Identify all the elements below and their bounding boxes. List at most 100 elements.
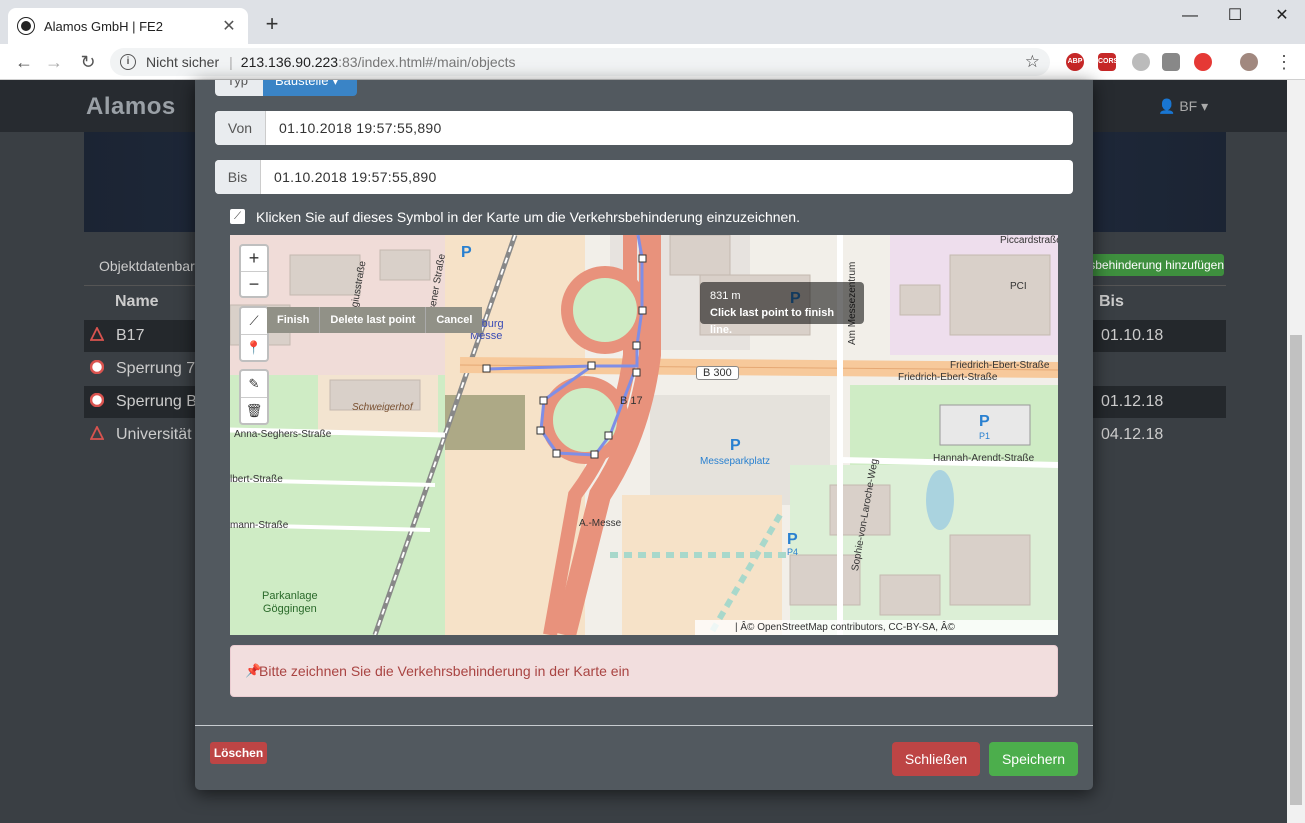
map-attribution[interactable]: | Â© OpenStreetMap contributors, CC-BY-S…: [695, 620, 1058, 635]
draw-line-hint-icon: ⟋: [230, 209, 245, 224]
edit-toolbar: ✎ 🗑: [239, 369, 269, 425]
draw-hint-text: Klicken Sie auf dieses Symbol in der Kar…: [256, 209, 800, 225]
power-extension-icon[interactable]: [1194, 53, 1212, 71]
from-label: Von: [215, 111, 266, 145]
forward-icon[interactable]: →: [42, 50, 66, 74]
label-mann: mann-Straße: [230, 520, 289, 531]
warning-icon: [89, 325, 105, 341]
save-button[interactable]: Speichern: [989, 742, 1078, 776]
app-logo: Alamos: [86, 93, 176, 120]
parking-p4-label: P4: [787, 547, 799, 557]
row-name: Sperrung B: [116, 393, 197, 410]
label-schweigerhof: Schweigerhof: [352, 402, 413, 413]
security-label: Nicht sicher: [146, 54, 220, 70]
draw-warning-alert: 📌 Bitte zeichnen Sie die Verkehrsbehinde…: [230, 645, 1058, 697]
row-date: 04.12.18: [1101, 426, 1164, 443]
zoom-in-button[interactable]: +: [241, 246, 267, 271]
address-bar[interactable]: i Nicht sicher | 213.136.90.223:83/index…: [110, 48, 1050, 76]
label-a-messe: A.-Messe: [579, 518, 622, 529]
interchange-loop: [561, 266, 649, 354]
pci-building: [949, 254, 1051, 336]
to-input-group: Bis 01.10.2018 19:57:55,890: [215, 160, 1073, 194]
type-dropdown[interactable]: Baustelle ▾: [263, 80, 357, 96]
delete-layers-icon[interactable]: 🗑: [241, 397, 267, 423]
info-icon[interactable]: i: [120, 54, 136, 70]
label-friedrich-ebert-2: Friedrich-Ebert-Straße: [950, 360, 1050, 371]
to-input[interactable]: 01.10.2018 19:57:55,890: [261, 160, 437, 194]
fair-lower-area: [622, 495, 782, 635]
row-name: B17: [116, 327, 145, 344]
new-tab-button[interactable]: +: [260, 12, 284, 36]
browser-titlebar: Alamos GmbH | FE2 ✕ + — ☐ ✕: [0, 0, 1305, 44]
label-hannah-arendt: Hannah-Arendt-Straße: [933, 453, 1035, 464]
label-albert: lbert-Straße: [230, 474, 283, 485]
parking-icon: P: [979, 413, 990, 430]
building: [289, 254, 361, 296]
edit-layers-icon[interactable]: ✎: [241, 371, 267, 397]
building: [789, 554, 861, 606]
profile-avatar-icon[interactable]: [1240, 53, 1258, 71]
zoom-control: + −: [239, 244, 269, 298]
blocked-icon: [89, 392, 105, 408]
zoom-out-button[interactable]: −: [241, 271, 267, 296]
column-header-to[interactable]: Bis: [1099, 293, 1124, 311]
browser-tab[interactable]: Alamos GmbH | FE2 ✕: [8, 8, 248, 44]
draw-marker-icon[interactable]: 📍: [241, 334, 267, 360]
tab-close-icon[interactable]: ✕: [220, 16, 238, 36]
camera-extension-icon[interactable]: [1162, 53, 1180, 71]
row-name: Universität: [116, 426, 192, 443]
url-host: 213.136.90.223: [240, 54, 339, 70]
cancel-draw-button[interactable]: Cancel: [425, 307, 483, 333]
minimize-icon[interactable]: —: [1170, 4, 1210, 28]
finish-button[interactable]: Finish: [267, 307, 320, 333]
draw-actions: Finish Delete last point Cancel: [267, 307, 483, 333]
alert-text: Bitte zeichnen Sie die Verkehrsbehinderu…: [259, 663, 630, 679]
draw-polyline-icon[interactable]: ⟋: [241, 308, 267, 334]
extension-circle-icon[interactable]: [1132, 53, 1150, 71]
parking-icon: P: [461, 244, 472, 261]
pin-icon: 📌: [245, 663, 262, 678]
modal-footer-divider: [195, 725, 1093, 726]
label-anna-seghers: Anna-Seghers-Straße: [234, 429, 332, 440]
maximize-icon[interactable]: ☐: [1215, 4, 1255, 28]
row-date: 01.10.18: [1101, 327, 1164, 344]
building: [899, 284, 941, 316]
url-path: :83/index.html#/main/objects: [338, 54, 516, 70]
user-menu[interactable]: 👤 BF ▾: [1158, 98, 1208, 115]
row-name: Sperrung 7: [116, 360, 196, 377]
label-messeparkplatz: Messeparkplatz: [700, 456, 771, 467]
close-button[interactable]: Schließen: [892, 742, 980, 776]
reload-icon[interactable]: ↻: [76, 50, 100, 74]
row-date: 01.12.18: [1101, 393, 1164, 410]
cors-extension-icon[interactable]: CORS: [1098, 53, 1118, 71]
map[interactable]: B 300 B 17 gsburg Messe Schweigerhof Ann…: [230, 235, 1058, 635]
adblock-extension-icon[interactable]: ABP: [1066, 53, 1084, 71]
interchange-loop: [541, 376, 629, 464]
label-pci: PCI: [1010, 281, 1027, 292]
to-label: Bis: [215, 160, 261, 194]
back-icon[interactable]: ←: [12, 50, 36, 74]
from-input[interactable]: 01.10.2018 19:57:55,890: [266, 111, 442, 145]
draw-tooltip: 831 m Click last point to finish line.: [700, 282, 864, 336]
window-close-icon[interactable]: ✕: [1262, 4, 1302, 28]
user-icon: 👤: [1158, 98, 1180, 114]
tab-title: Alamos GmbH | FE2: [44, 18, 163, 34]
bookmark-star-icon[interactable]: ☆: [1025, 52, 1040, 72]
building: [669, 235, 731, 276]
draw-toolbar: ⟋ 📍: [239, 306, 269, 362]
scrollbar-thumb[interactable]: [1290, 335, 1302, 805]
column-header-name[interactable]: Name: [115, 293, 159, 311]
parking-p1-label: P1: [979, 431, 991, 441]
browser-menu-icon[interactable]: ⋮: [1272, 50, 1296, 74]
address-separator: |: [229, 54, 233, 70]
warning-icon: [89, 424, 105, 440]
delete-last-point-button[interactable]: Delete last point: [319, 307, 426, 333]
label-parkanlage: Parkanlage Göggingen: [262, 590, 318, 615]
pond: [926, 470, 954, 530]
browser-toolbar: ← → ↻ i Nicht sicher | 213.136.90.223:83…: [0, 44, 1305, 80]
tab-object-database[interactable]: Objektdatenbar: [99, 258, 195, 274]
delete-button[interactable]: Löschen: [210, 742, 267, 764]
add-obstruction-button[interactable]: Verkehrsbehinderung hinzufügen: [1080, 254, 1224, 276]
building: [379, 249, 431, 281]
user-menu-label: BF ▾: [1179, 98, 1209, 114]
